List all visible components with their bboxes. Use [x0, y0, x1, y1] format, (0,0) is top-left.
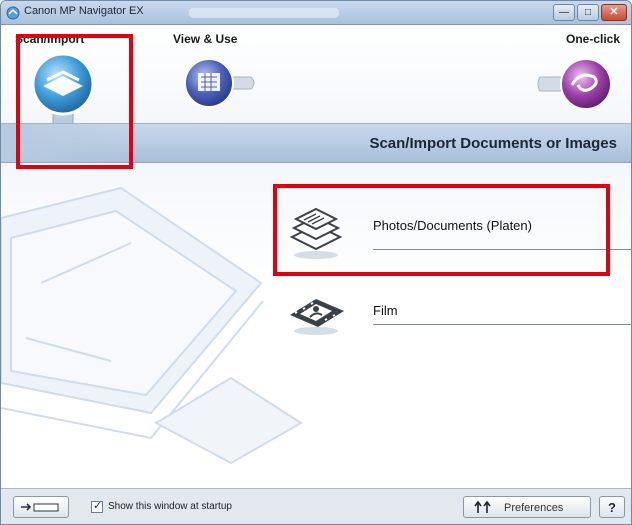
option-film[interactable]: Film	[286, 285, 631, 345]
maximize-icon: □	[584, 6, 592, 18]
mode-label-view-use: View & Use	[173, 32, 238, 46]
main-content: Photos/Documents (Platen) Film	[1, 163, 631, 488]
scanner-background-illustration	[1, 186, 303, 465]
title-blurred-region	[189, 8, 339, 18]
startup-label: Show this window at startup	[108, 501, 232, 512]
option-label-photos-documents: Photos/Documents (Platen)	[373, 218, 532, 233]
minimize-button[interactable]: —	[553, 4, 575, 21]
app-icon	[6, 6, 20, 20]
mode-label-scan-import: Scan/Import	[15, 32, 85, 46]
option-underline	[373, 249, 631, 250]
section-title: Scan/Import Documents or Images	[369, 135, 617, 152]
scanner-icon	[31, 52, 95, 128]
help-icon: ?	[608, 500, 616, 515]
option-underline	[373, 324, 631, 325]
app-window: Canon MP Navigator EX — □ ✕ Scan/Import	[0, 0, 632, 525]
close-icon: ✕	[609, 6, 619, 18]
option-label-film: Film	[373, 303, 398, 318]
documents-stack-icon	[289, 207, 343, 259]
preferences-label: Preferences	[504, 502, 564, 514]
minimize-icon: —	[559, 6, 569, 18]
photo-grid-icon	[184, 58, 255, 108]
window-title: Canon MP Navigator EX	[24, 5, 144, 17]
checkmark-icon: ✓	[93, 500, 103, 512]
footer-bar: ✓ Show this window at startup Preference…	[1, 488, 631, 524]
preferences-button[interactable]: Preferences	[463, 496, 591, 518]
help-button[interactable]: ?	[599, 496, 625, 518]
mode-switch-icon	[21, 503, 59, 512]
mode-switch-button[interactable]	[13, 496, 69, 518]
option-photos-documents[interactable]: Photos/Documents (Platen)	[286, 203, 631, 263]
mode-bar: Scan/Import View & Use One-click	[1, 25, 631, 128]
swirl-icon	[537, 58, 612, 110]
section-header: Scan/Import Documents or Images	[1, 123, 631, 163]
title-bar: Canon MP Navigator EX — □ ✕	[1, 1, 631, 25]
film-strip-icon	[290, 299, 344, 335]
maximize-button[interactable]: □	[577, 4, 599, 21]
startup-checkbox[interactable]: ✓	[91, 500, 103, 513]
mode-label-one-click: One-click	[566, 32, 621, 46]
preferences-arrows-icon	[474, 501, 491, 513]
header-fade	[1, 124, 141, 162]
close-button[interactable]: ✕	[601, 4, 627, 21]
